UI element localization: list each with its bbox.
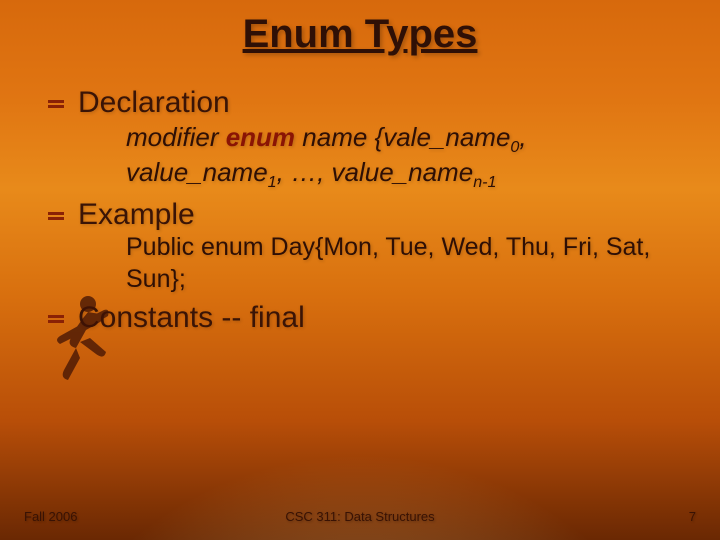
content-body: Declaration modifier enum name {vale_nam… (48, 80, 690, 335)
declaration-syntax: modifier enum name {vale_name0, value_na… (126, 122, 690, 192)
item-declaration-label: Declaration (78, 86, 230, 119)
syntax-sub1: 1 (268, 173, 277, 191)
slide: Enum Types Declaration modifier enum nam… (0, 0, 720, 540)
page-title: Enum Types (0, 12, 720, 57)
item-constants-label: Constants -- final (78, 301, 305, 334)
item-example-label: Example (78, 198, 195, 231)
syntax-pre: modifier (126, 122, 226, 152)
bullet-icon (48, 100, 64, 108)
footer-center: CSC 311: Data Structures (0, 509, 720, 524)
example-code: Public enum Day{Mon, Tue, Wed, Thu, Fri,… (126, 232, 690, 295)
item-example: Example (48, 198, 690, 232)
syntax-keyword: enum (226, 122, 295, 152)
syntax-post1: name {vale_name (295, 122, 510, 152)
syntax-post3: , …, value_name (277, 157, 474, 187)
item-declaration: Declaration (48, 86, 690, 120)
bullet-icon (48, 212, 64, 220)
syntax-subn: n-1 (473, 173, 496, 191)
item-constants: Constants -- final (48, 301, 690, 335)
bullet-icon (48, 315, 64, 323)
footer-page-number: 7 (689, 509, 696, 524)
